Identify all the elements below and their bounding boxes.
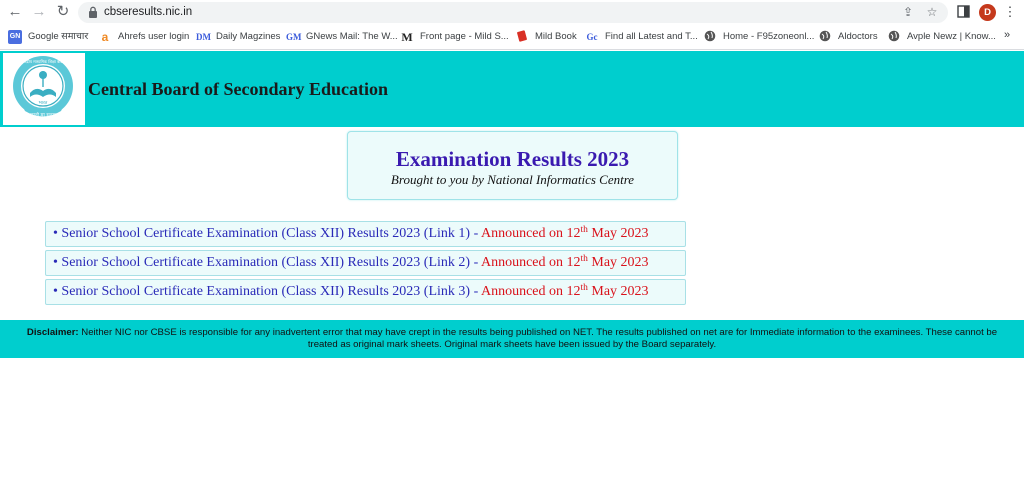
dm-icon: DM (196, 32, 211, 42)
globe-icon (818, 30, 832, 44)
bookmark-item[interactable]: Home - F95zoneonl... (703, 29, 814, 45)
site-header: असतो मा सद्गमय भारत केंद्रीय माध्यमिक शि… (0, 51, 1024, 127)
back-arrow-icon[interactable]: ← (6, 3, 24, 21)
cbse-emblem-icon: असतो मा सद्गमय भारत केंद्रीय माध्यमिक शि… (13, 56, 73, 119)
result-link-separator: - (470, 255, 481, 270)
share-icon[interactable]: ⇪ (900, 4, 916, 20)
result-link-separator: - (470, 226, 481, 241)
disclaimer-text: Neither NIC nor CBSE is responsible for … (78, 327, 998, 350)
result-link-1[interactable]: • Senior School Certificate Examination … (45, 221, 686, 247)
bookmark-item[interactable]: M Front page - Mild S... (400, 29, 508, 45)
bookmark-item[interactable]: Mild Book (515, 29, 577, 45)
bookmark-item[interactable]: DM Daily Magzines (196, 29, 280, 45)
bookmark-item[interactable]: Avple Newz | Know... (887, 29, 996, 45)
exam-results-box: Examination Results 2023 Brought to you … (347, 131, 678, 200)
chevron-more-icon[interactable]: » (1004, 29, 1010, 41)
bookmark-item[interactable]: GM GNews Mail: The W... (286, 29, 398, 45)
result-link-bullet: • (53, 284, 58, 299)
reload-icon[interactable]: ↻ (54, 3, 72, 21)
bookmark-item[interactable]: Gc Find all Latest and T... (585, 29, 698, 45)
m-icon: M (401, 30, 413, 44)
result-link-3[interactable]: • Senior School Certificate Examination … (45, 279, 686, 305)
globe-icon (703, 30, 717, 44)
site-title: Central Board of Secondary Education (88, 79, 389, 99)
gc-icon: Gc (586, 32, 598, 42)
google-news-icon: GN (8, 30, 22, 44)
result-announcement-date: Announced on 12th May 2023 (480, 225, 649, 241)
exam-title: Examination Results 2023 (395, 147, 630, 171)
svg-text:भारत: भारत (39, 101, 48, 106)
svg-text:असतो मा सद्गमय: असतो मा सद्गमय (28, 112, 59, 119)
disclaimer-bar: Disclaimer: Neither NIC nor CBSE is resp… (0, 320, 1024, 358)
url-text: cbseresults.nic.in (104, 6, 193, 18)
globe-icon (887, 30, 901, 44)
menu-dots-icon[interactable]: ⋮ (1002, 4, 1018, 20)
bookmark-item[interactable]: GN Google समाचार (8, 29, 88, 45)
result-link-text[interactable]: Senior School Certificate Examination (C… (61, 255, 470, 270)
profile-avatar[interactable]: D (979, 4, 996, 21)
result-announcement-date: Announced on 12th May 2023 (480, 254, 649, 270)
address-bar[interactable]: cbseresults.nic.in ⇪ ☆ (78, 2, 948, 23)
forward-arrow-icon[interactable]: → (30, 3, 48, 21)
book-icon (515, 30, 529, 44)
result-link-text[interactable]: Senior School Certificate Examination (C… (61, 226, 470, 241)
gm-icon: GM (286, 32, 302, 42)
result-link-bullet: • (53, 226, 58, 241)
result-link-text[interactable]: Senior School Certificate Examination (C… (61, 284, 470, 299)
cbse-logo[interactable]: असतो मा सद्गमय भारत केंद्रीय माध्यमिक शि… (3, 53, 85, 125)
svg-text:केंद्रीय माध्यमिक शिक्षा बोर्ड: केंद्रीय माध्यमिक शिक्षा बोर्ड (23, 59, 63, 64)
ahrefs-icon: a (101, 30, 109, 44)
result-link-2[interactable]: • Senior School Certificate Examination … (45, 250, 686, 276)
side-panel-icon[interactable] (955, 4, 971, 20)
bookmark-item[interactable]: a Ahrefs user login (98, 29, 190, 45)
bookmarks-bar: GN Google समाचार a Ahrefs user login DM … (0, 25, 1024, 50)
browser-toolbar: ← → ↻ cbseresults.nic.in ⇪ ☆ D ⋮ (0, 0, 1024, 25)
exam-subtitle: Brought to you by National Informatics C… (390, 172, 635, 187)
disclaimer-label: Disclaimer: (26, 327, 79, 338)
result-link-bullet: • (53, 255, 58, 270)
bookmark-star-icon[interactable]: ☆ (924, 4, 940, 20)
lock-icon (89, 6, 97, 18)
result-link-separator: - (470, 284, 481, 299)
result-announcement-date: Announced on 12th May 2023 (480, 283, 649, 299)
bookmark-item[interactable]: Aldoctors (818, 29, 878, 45)
